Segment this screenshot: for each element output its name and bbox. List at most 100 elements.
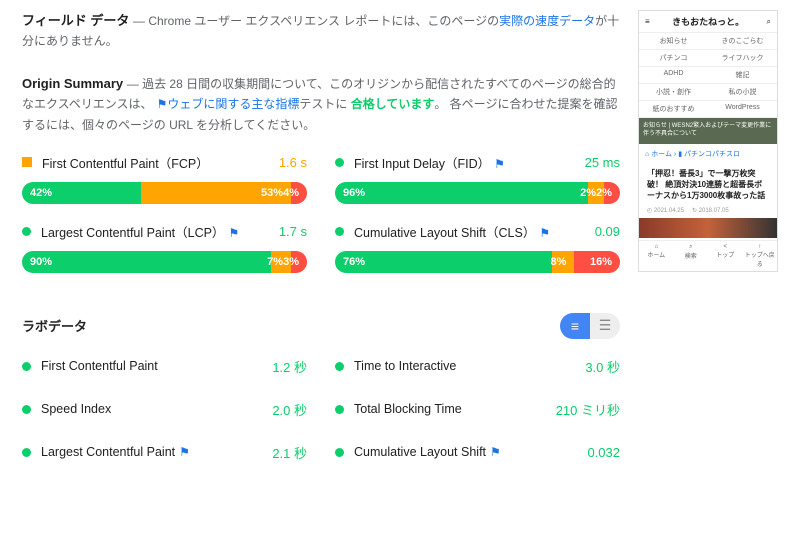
lab-row: Cumulative Layout Shift⚑0.032 — [335, 443, 620, 462]
lab-metrics-grid: First Contentful Paint1.2 秒 Time to Inter… — [22, 357, 620, 462]
lab-metric-name: Total Blocking Time — [354, 402, 556, 416]
bar-segment: 4% — [291, 182, 307, 204]
preview-nav-item: 紙のおすすめ — [639, 101, 708, 118]
status-dot — [22, 227, 31, 236]
preview-tab: <トップ — [708, 241, 743, 271]
lab-row: Total Blocking Time210 ミリ秒 — [335, 400, 620, 419]
preview-title: きもおたねっと。 — [650, 15, 767, 28]
preview-nav-item: 雑記 — [708, 67, 777, 84]
metric-card: Largest Contentful Paint（LCP）⚑1.7 s 90%7%… — [22, 222, 307, 273]
metric-name: First Contentful Paint（FCP） — [42, 153, 279, 172]
preview-nav-item: 私の小説 — [708, 84, 777, 101]
web-vitals-link[interactable]: ウェブに関する主な指標 — [167, 97, 299, 111]
preview-nav-item: お知らせ — [639, 33, 708, 50]
metric-value: 0.09 — [595, 224, 620, 239]
lab-row: Time to Interactive3.0 秒 — [335, 357, 620, 376]
preview-tabs: ⌂ホーム⌕検索<トップ↑トップへ戻る — [639, 240, 777, 271]
status-dot — [22, 362, 31, 371]
flag-icon: ⚑ — [228, 226, 239, 240]
distribution-bar: 96%2%2% — [335, 182, 620, 204]
metric-name: Cumulative Layout Shift（CLS）⚑ — [354, 222, 595, 241]
lab-metric-name: First Contentful Paint — [41, 359, 272, 373]
lab-metric-value: 210 ミリ秒 — [556, 400, 620, 419]
preview-nav-item: WordPress — [708, 101, 777, 118]
preview-tab: ↑トップへ戻る — [743, 241, 778, 271]
status-dot — [335, 362, 344, 371]
preview-nav-item: ADHD — [639, 67, 708, 84]
expanded-view-button[interactable]: ≡ — [560, 313, 590, 339]
distribution-bar: 90%7%3% — [22, 251, 307, 273]
metric-card: Cumulative Layout Shift（CLS）⚑0.09 76%8%16… — [335, 222, 620, 273]
preview-banner: お知らせ | WESN2繁入およびテーマ変更作業に伴う不具合について — [639, 118, 777, 144]
preview-nav-item: ライフハック — [708, 50, 777, 67]
lab-metric-value: 2.1 秒 — [272, 443, 307, 462]
metric-name: First Input Delay（FID）⚑ — [354, 153, 585, 172]
flag-icon: ⚑ — [490, 445, 501, 459]
metric-value: 1.7 s — [279, 224, 307, 239]
clock-icon: ◴ — [647, 208, 652, 214]
preview-tab: ⌂ホーム — [639, 241, 674, 271]
field-title: フィールド データ — [22, 13, 129, 28]
bar-segment: 96% — [335, 182, 588, 204]
preview-breadcrumb: ⌂ ホーム › ▮ パチンコパチスロ — [639, 144, 777, 164]
metric-value: 1.6 s — [279, 155, 307, 170]
metric-card: First Input Delay（FID）⚑25 ms96%2%2% — [335, 153, 620, 204]
bar-segment: 8% — [552, 251, 575, 273]
distribution-bar: 42%53%4% — [22, 182, 307, 204]
folder-icon: ▮ — [678, 151, 682, 158]
flag-icon: ⚑ — [539, 226, 550, 240]
search-icon: ⌕ — [767, 17, 771, 27]
bar-segment: 2% — [604, 182, 620, 204]
status-dot — [335, 227, 344, 236]
origin-summary: Origin Summary — 過去 28 日間の収集期間について、このオリジ… — [22, 74, 620, 135]
lab-metric-name: Time to Interactive — [354, 359, 585, 373]
metric-name: Largest Contentful Paint（LCP）⚑ — [41, 222, 279, 241]
flag-icon: ⚑ — [157, 97, 168, 111]
lab-metric-name: Cumulative Layout Shift⚑ — [354, 445, 587, 459]
preview-image — [639, 218, 777, 238]
lab-metric-value: 3.0 秒 — [585, 357, 620, 376]
origin-title: Origin Summary — [22, 76, 123, 91]
preview-dates: ◴ 2021.04.25 ↻ 2018.07.05 — [639, 205, 777, 216]
status-dot — [335, 405, 344, 414]
lab-metric-name: Largest Contentful Paint⚑ — [41, 445, 272, 459]
bar-segment: 42% — [22, 182, 141, 204]
bar-segment: 53% — [141, 182, 291, 204]
status-dot — [22, 157, 32, 167]
compact-view-button[interactable]: ☰ — [590, 313, 620, 339]
field-metrics-grid: First Contentful Paint（FCP）1.6 s 42%53%4%… — [22, 153, 620, 277]
flag-icon: ⚑ — [179, 445, 190, 459]
status-dot — [335, 158, 344, 167]
refresh-icon: ↻ — [692, 208, 697, 214]
bar-segment: 3% — [291, 251, 307, 273]
bar-segment: 90% — [22, 251, 271, 273]
lab-metric-value: 1.2 秒 — [272, 357, 307, 376]
lab-metric-value: 2.0 秒 — [272, 400, 307, 419]
lab-row: Speed Index2.0 秒 — [22, 400, 307, 419]
preview-tab: ⌕検索 — [674, 241, 709, 271]
home-icon: ⌂ — [645, 151, 649, 158]
bar-segment: 76% — [335, 251, 552, 273]
lab-metric-name: Speed Index — [41, 402, 272, 416]
metric-card: First Contentful Paint（FCP）1.6 s 42%53%4% — [22, 153, 307, 204]
preview-nav-item: パチンコ — [639, 50, 708, 67]
preview-nav-item: 小説・創作 — [639, 84, 708, 101]
page-preview: ≡ きもおたねっと。 ⌕ お知らせきのこごらむパチンコライフハックADHD雑記小… — [638, 10, 778, 272]
preview-nav-item: きのこごらむ — [708, 33, 777, 50]
lab-row: Largest Contentful Paint⚑2.1 秒 — [22, 443, 307, 462]
preview-nav: お知らせきのこごらむパチンコライフハックADHD雑記小説・創作私の小説紙のおすす… — [639, 33, 777, 118]
lab-header: ラボデータ ≡ ☰ — [22, 313, 620, 339]
lab-metric-value: 0.032 — [587, 445, 620, 460]
metric-value: 25 ms — [585, 155, 620, 170]
lab-title: ラボデータ — [22, 316, 560, 335]
bar-segment: 16% — [574, 251, 620, 273]
flag-icon: ⚑ — [494, 157, 505, 171]
status-dot — [22, 448, 31, 457]
preview-article-title: 「押忍！番長3」で一撃万枚突破！ 絶頂対決10連勝と超番長ボーナスから1万300… — [639, 164, 777, 206]
status-dot — [22, 405, 31, 414]
field-data-header: フィールド データ — Chrome ユーザー エクスペリエンス レポートには、… — [22, 10, 620, 52]
lab-row: First Contentful Paint1.2 秒 — [22, 357, 307, 376]
field-link[interactable]: 実際の速度データ — [499, 14, 595, 28]
distribution-bar: 76%8%16% — [335, 251, 620, 273]
pass-badge: 合格しています — [351, 97, 435, 111]
